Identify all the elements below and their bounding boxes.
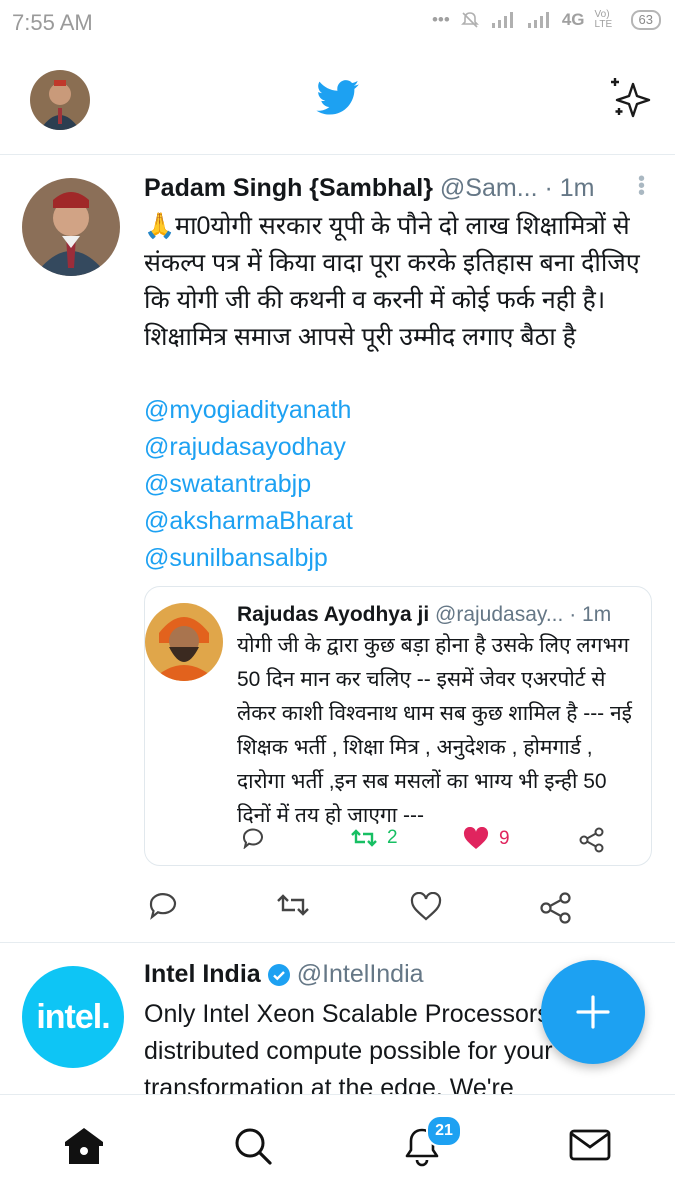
nav-messages[interactable] [568,1125,612,1170]
more-indicators-icon: ••• [431,10,450,29]
retweet-icon [277,894,309,916]
author-name[interactable]: Intel India [144,960,261,989]
retweet-button[interactable] [276,892,310,923]
status-time: 7:55 AM [12,10,93,35]
like-button[interactable] [410,891,442,927]
profile-avatar[interactable] [30,70,90,130]
mention-link[interactable]: @swatantrabjp [144,466,353,503]
tweet-card[interactable]: Padam Singh {Sambhal} @Sam... · 1m • • • 🙏… [0,154,675,943]
quoted-author-avatar[interactable] [145,603,223,681]
mention-link[interactable]: @sunilbansalbjp [144,540,353,577]
reply-icon [149,893,177,920]
top-app-bar [0,46,675,155]
home-icon [65,1128,103,1164]
mention-link[interactable]: @aksharmaBharat [144,503,353,540]
status-icons: ••• 4G Vo) LTE 63 [432,10,661,30]
quoted-author-name[interactable]: Rajudas Ayodhya ji [237,603,429,626]
quoted-author-handle[interactable]: @rajudasay... [435,603,563,626]
mention-link[interactable]: @rajudasayodhay [144,429,353,466]
notifications-badge: 21 [426,1115,462,1147]
heart-filled-icon [463,827,489,849]
heart-icon [410,891,442,921]
mail-icon [569,1129,611,1161]
reply-button[interactable] [148,892,178,925]
signal-icon-2 [527,12,549,28]
intel-logo-avatar[interactable]: intel. [22,966,124,1068]
quoted-tweet-header: Rajudas Ayodhya ji @rajudasay... · 1m [237,603,611,627]
sparkle-icon[interactable] [607,76,653,120]
author-name[interactable]: Padam Singh {Sambhal} [144,174,433,202]
mention-list: @myogiadityanath @rajudasayodhay @swatan… [144,392,353,577]
quoted-reply-button[interactable] [241,827,265,849]
author-handle[interactable]: @Sam... [440,174,538,202]
tweet-time: · 1m [544,174,595,202]
quoted-share-button[interactable] [579,827,605,853]
share-icon [579,827,604,853]
quoted-retweet-button[interactable]: 2 [351,827,398,849]
share-icon [540,892,571,924]
tweet-header: Padam Singh {Sambhal} @Sam... · 1m [144,174,644,203]
search-icon [235,1128,272,1165]
share-button[interactable] [540,892,572,929]
quoted-tweet-time: · 1m [569,603,612,626]
mute-icon [460,12,479,28]
tweet-header: Intel India @IntelIndia [144,960,424,989]
retweet-icon [351,829,377,847]
bottom-navigation: 21 [0,1094,675,1201]
nav-search[interactable] [232,1125,274,1172]
quoted-like-count: 9 [499,828,510,849]
plus-icon [576,995,610,1029]
battery-indicator: 63 [630,10,661,30]
quoted-retweet-count: 2 [387,827,398,848]
verified-badge-icon [267,963,290,986]
quoted-like-button[interactable]: 9 [463,827,510,851]
tweet-text: 🙏मा0योगी सरकार यूपी के पौने दो लाख शिक्ष… [144,212,640,351]
more-options-icon[interactable]: • • • [638,169,645,203]
tweet-action-bar [144,891,574,925]
quoted-tweet[interactable]: Rajudas Ayodhya ji @rajudasay... · 1m यो… [144,586,652,866]
quoted-tweet-text: योगी जी के द्वारा कुछ बड़ा होना है उसके … [237,634,632,827]
quoted-action-bar: 2 9 [241,827,621,857]
network-type: 4G [561,10,585,29]
compose-tweet-button[interactable] [541,960,645,1064]
status-bar: 7:55 AM ••• 4G Vo) LTE 63 [0,0,675,46]
signal-icon [491,12,513,28]
volte-indicator: Vo) LTE [594,9,613,30]
nav-home[interactable] [62,1125,106,1172]
reply-icon [243,828,263,849]
author-avatar[interactable] [22,178,120,276]
author-handle[interactable]: @IntelIndia [297,960,424,989]
mention-link[interactable]: @myogiadityanath [144,392,353,429]
twitter-bird-icon [316,80,359,115]
